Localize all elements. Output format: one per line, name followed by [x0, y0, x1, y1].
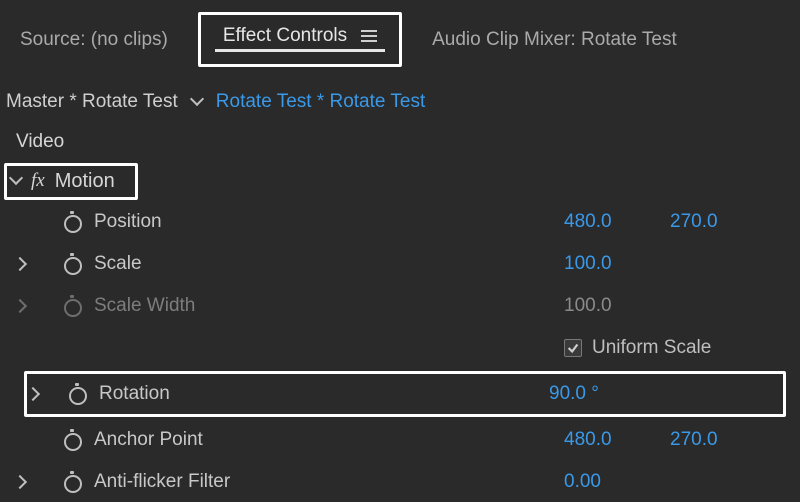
tab-effect-controls[interactable]: Effect Controls — [215, 21, 385, 52]
uniform-scale-label[interactable]: Uniform Scale — [592, 337, 711, 359]
prop-anchor-label[interactable]: Anchor Point — [94, 429, 203, 451]
anchor-x-value[interactable]: 480.0 — [564, 429, 634, 451]
antiflicker-expand[interactable] — [6, 477, 34, 487]
section-video: Video — [6, 123, 794, 161]
rotation-expand[interactable] — [27, 389, 39, 399]
scale-expand[interactable] — [6, 259, 34, 269]
stopwatch-icon[interactable] — [62, 473, 80, 491]
effect-motion-row: fx Motion — [6, 161, 794, 201]
stopwatch-icon — [62, 297, 80, 315]
rotation-value[interactable]: 90.0 ° — [549, 383, 619, 405]
prop-antiflicker-label[interactable]: Anti-flicker Filter — [94, 471, 230, 493]
effect-controls-panel: Source: (no clips) Effect Controls Audio… — [0, 0, 800, 502]
clip-breadcrumb: Master * Rotate Test Rotate Test * Rotat… — [6, 81, 794, 123]
chevron-down-icon[interactable] — [192, 91, 202, 113]
scale-value[interactable]: 100.0 — [564, 253, 634, 275]
prop-anchor-row: Anchor Point 480.0 270.0 — [6, 419, 794, 461]
prop-scale-row: Scale 100.0 — [6, 243, 794, 285]
scale-width-value: 100.0 — [564, 295, 634, 317]
tab-audio-mixer[interactable]: Audio Clip Mixer: Rotate Test — [424, 25, 685, 55]
panel-tabbar: Source: (no clips) Effect Controls Audio… — [6, 4, 794, 81]
breadcrumb-clip[interactable]: Rotate Test * Rotate Test — [216, 91, 425, 113]
anchor-y-value[interactable]: 270.0 — [670, 429, 740, 451]
highlight-motion: fx Motion — [4, 163, 138, 200]
tab-effect-controls-label: Effect Controls — [223, 25, 347, 47]
stopwatch-icon[interactable] — [62, 213, 80, 231]
tab-audio-mixer-label: Audio Clip Mixer: Rotate Test — [432, 29, 677, 51]
stopwatch-icon[interactable] — [62, 255, 80, 273]
breadcrumb-master[interactable]: Master * Rotate Test — [6, 91, 178, 113]
prop-position-row: Position 480.0 270.0 — [6, 201, 794, 243]
position-y-value[interactable]: 270.0 — [670, 211, 740, 233]
check-icon — [566, 341, 580, 355]
prop-scale-width-label: Scale Width — [94, 295, 195, 317]
prop-scale-width-row: Scale Width 100.0 — [6, 285, 794, 327]
uniform-scale-checkbox[interactable] — [564, 339, 582, 357]
panel-menu-icon[interactable] — [361, 30, 377, 42]
highlight-effect-controls: Effect Controls — [198, 12, 402, 67]
stopwatch-icon[interactable] — [67, 385, 85, 403]
section-video-label: Video — [16, 131, 64, 152]
tab-source-label: Source: (no clips) — [20, 29, 168, 51]
prop-position-label[interactable]: Position — [94, 211, 162, 233]
motion-toggle[interactable] — [11, 170, 21, 192]
prop-rotation-label[interactable]: Rotation — [99, 383, 170, 405]
scale-width-expand — [6, 301, 34, 311]
stopwatch-icon[interactable] — [62, 431, 80, 449]
motion-properties: Position 480.0 270.0 Scale 100.0 Scale — [6, 201, 794, 502]
tab-source[interactable]: Source: (no clips) — [12, 25, 176, 55]
prop-uniform-scale-row: Uniform Scale — [6, 327, 794, 369]
prop-scale-label[interactable]: Scale — [94, 253, 142, 275]
antiflicker-value[interactable]: 0.00 — [564, 471, 634, 493]
prop-antiflicker-row: Anti-flicker Filter 0.00 — [6, 461, 794, 502]
fx-badge: fx — [31, 170, 45, 192]
prop-rotation-row: Rotation 90.0 ° — [24, 371, 786, 417]
effect-motion-label[interactable]: Motion — [55, 170, 115, 193]
position-x-value[interactable]: 480.0 — [564, 211, 634, 233]
